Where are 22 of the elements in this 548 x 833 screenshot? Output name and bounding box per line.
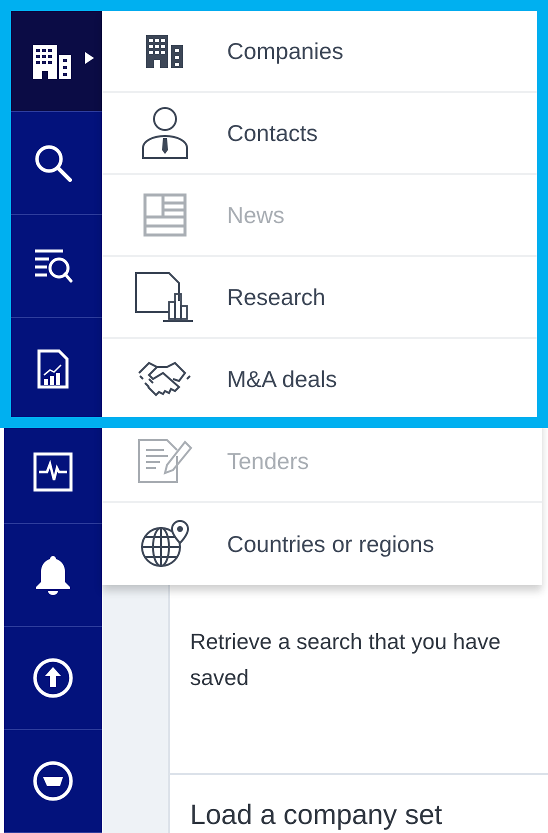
tag-circle-icon (32, 760, 74, 802)
menu-item[interactable]: M&A deals (102, 339, 542, 421)
menu-item[interactable]: Contacts (102, 93, 542, 175)
document-chart-icon (134, 272, 194, 322)
option-card[interactable]: Load a company set (170, 775, 548, 833)
menu-item[interactable]: Research (102, 257, 542, 339)
upload-icon (32, 657, 74, 699)
bell-icon (33, 554, 73, 596)
card-description: Retrieve a search that you have saved (190, 628, 502, 692)
search-icon (33, 143, 73, 183)
list-search-icon (33, 248, 73, 284)
handshake-icon (136, 359, 192, 399)
buildings-icon (144, 34, 184, 68)
pulse-monitor-icon (33, 452, 73, 492)
document-pen-icon (136, 438, 192, 484)
person-icon (140, 106, 188, 160)
newspaper-icon (142, 193, 186, 237)
menu-item[interactable]: Companies (102, 11, 542, 93)
globe-pin-icon (140, 520, 190, 568)
caret-icon (85, 52, 94, 64)
report-chart-icon (37, 349, 69, 389)
card-title: Load a company set (190, 798, 444, 832)
